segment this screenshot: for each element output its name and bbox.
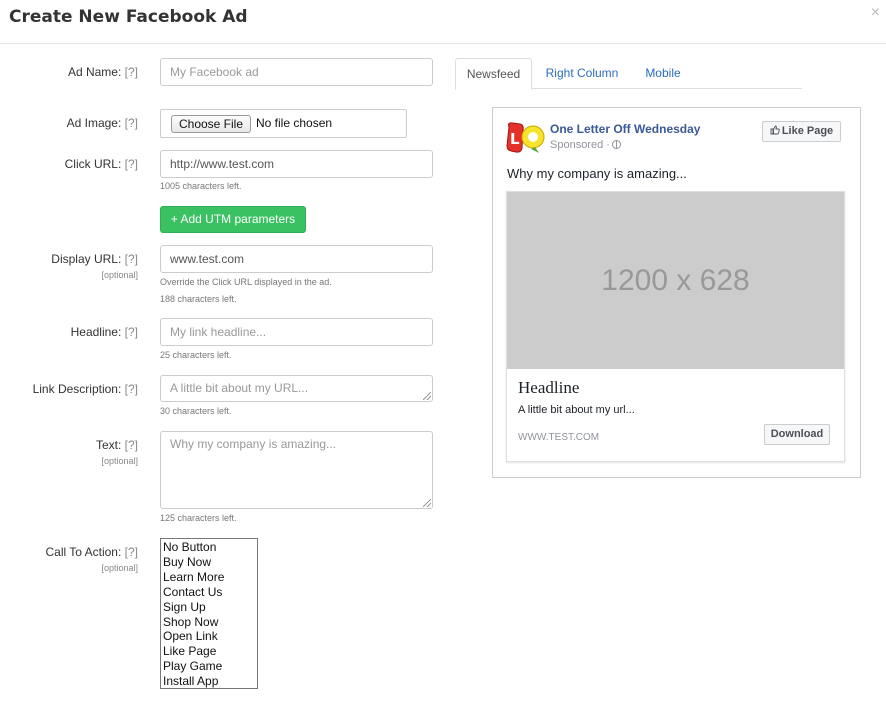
text-help-link[interactable]: [?] [125,438,138,452]
preview-tabs: Newsfeed Right Column Mobile [455,58,802,90]
cta-option[interactable]: Contact Us [163,585,255,600]
cta-option[interactable]: Sign Up [163,600,255,615]
svg-text:L: L [510,130,520,148]
display-url-optional: [optional] [101,270,138,280]
modal-title: Create New Facebook Ad [9,7,248,27]
link-description-help-link[interactable]: [?] [125,382,138,396]
headline-hint: 25 characters left. [160,350,232,360]
ad-name-label: Ad Name: [?] [67,65,138,79]
ad-description: A little bit about my url... [518,404,635,416]
add-utm-button[interactable]: + Add UTM parameters [160,206,306,233]
choose-file-button[interactable]: Choose File [171,115,251,133]
cta-select-list[interactable]: No Button Buy Now Learn More Contact Us … [160,538,258,689]
cta-option[interactable]: Play Game [163,659,255,674]
text-input[interactable] [160,431,433,509]
cta-option[interactable]: No Button [163,540,255,555]
ad-name-input[interactable] [160,58,433,86]
globe-icon [611,140,621,149]
click-url-hint: 1005 characters left. [160,181,242,191]
ad-image-label: Ad Image: [?] [66,116,138,130]
text-hint: 125 characters left. [160,513,237,523]
cta-help-link[interactable]: [?] [125,545,138,559]
headline-help-link[interactable]: [?] [125,325,138,339]
download-cta-button[interactable]: Download [764,424,830,445]
click-url-help-link[interactable]: [?] [125,157,138,171]
page-name-link[interactable]: One Letter Off Wednesday [550,122,700,136]
ad-headline: Headline [518,378,580,397]
file-status: No file chosen [256,116,333,130]
ad-image-placeholder: 1200 x 628 [507,192,844,369]
click-url-label: Click URL: [?] [64,157,138,171]
display-url-help-link[interactable]: [?] [125,252,138,266]
cta-option[interactable]: Install App [163,674,255,689]
tab-mobile[interactable]: Mobile [637,58,689,89]
sponsored-label: Sponsored · [550,139,621,151]
link-card[interactable]: 1200 x 628 Headline A little bit about m… [506,191,845,462]
display-url-hint: Override the Click URL displayed in the … [160,277,332,287]
thumbs-up-icon [770,125,780,135]
display-url-input[interactable] [160,245,433,273]
close-icon[interactable]: × [871,5,880,21]
cta-optional: [optional] [101,563,138,573]
link-description-hint: 30 characters left. [160,406,232,416]
headline-label: Headline: [?] [70,325,138,339]
click-url-input[interactable] [160,150,433,178]
ad-image-file-input[interactable]: Choose File No file chosen [160,109,407,138]
ad-domain: WWW.TEST.COM [518,432,600,443]
link-description-label: Link Description: [?] [32,382,138,396]
text-optional: [optional] [101,456,138,466]
text-resize-handle[interactable] [423,499,431,507]
like-page-button[interactable]: Like Page [762,121,841,142]
tab-right-column[interactable]: Right Column [537,58,627,89]
cta-label: Call To Action: [?] [45,545,138,559]
post-text: Why my company is amazing... [507,166,687,181]
link-description-input[interactable] [160,375,433,402]
cta-option[interactable]: Shop Now [163,615,255,630]
ad-name-help-link[interactable]: [?] [125,65,138,79]
display-url-chars-left: 188 characters left. [160,294,237,304]
cta-option[interactable]: Open Link [163,629,255,644]
display-url-label: Display URL: [?] [51,252,138,266]
ad-image-help-link[interactable]: [?] [125,116,138,130]
modal-header: Create New Facebook Ad × [0,0,886,44]
page-logo-icon: L [506,122,545,153]
cta-option[interactable]: Buy Now [163,555,255,570]
headline-input[interactable] [160,318,433,346]
cta-option[interactable]: Like Page [163,644,255,659]
text-label: Text: [?] [95,438,138,452]
link-description-resize-handle[interactable] [423,392,431,400]
cta-option[interactable]: Learn More [163,570,255,585]
tab-newsfeed[interactable]: Newsfeed [455,58,532,90]
